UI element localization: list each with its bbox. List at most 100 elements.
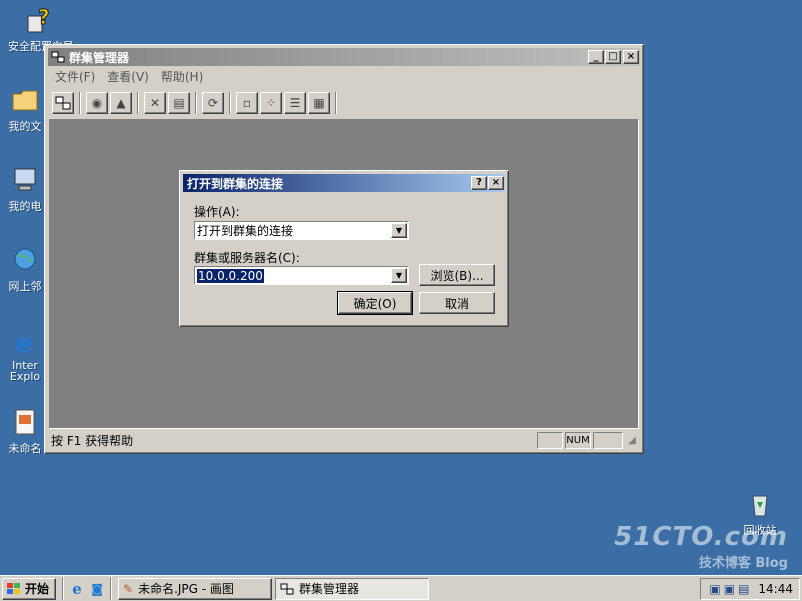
small-icons-icon: ⁘ <box>265 96 277 110</box>
action-label: 操作(A): <box>194 205 240 219</box>
desktop-icon-my-computer[interactable]: 我的电 <box>0 164 50 214</box>
list-view-button[interactable]: ☰ <box>284 92 306 114</box>
system-tray: ▣ ▣ ▤ 14:44 <box>700 578 800 600</box>
maximize-button[interactable]: □ <box>605 50 621 64</box>
svg-text:e: e <box>16 329 33 358</box>
desktop-icon-my-documents[interactable]: 我的文 <box>0 84 50 134</box>
quicklaunch-ie-button[interactable]: e <box>67 578 87 600</box>
desktop-icon-label: 网上邻 <box>8 280 42 293</box>
toolbar: ◉ ▲ ✕ ▤ ⟳ ▫ ⁘ ☰ ▦ <box>49 89 340 117</box>
browse-button[interactable]: 浏览(B)... <box>419 264 495 286</box>
ok-button[interactable]: 确定(O) <box>337 291 413 315</box>
desktop-icon-label: Explo <box>9 370 41 383</box>
task-cluster-manager[interactable]: 群集管理器 <box>275 577 430 600</box>
start-label: 开始 <box>25 582 50 596</box>
network-globe-icon <box>14 248 36 270</box>
toolbar-separator <box>335 92 337 114</box>
desktop-icon-label: 我的文 <box>8 120 42 133</box>
properties-button[interactable]: ▤ <box>168 92 190 114</box>
dialog-help-button[interactable]: ? <box>471 176 487 190</box>
details-view-button[interactable]: ▦ <box>308 92 330 114</box>
chevron-down-icon[interactable]: ▼ <box>391 223 407 238</box>
show-desktop-icon: ◙ <box>91 581 103 596</box>
start-button[interactable]: 开始 <box>2 577 57 600</box>
refresh-button[interactable]: ⟳ <box>202 92 224 114</box>
action-value: 打开到群集的连接 <box>197 224 294 238</box>
open-connection-button[interactable] <box>52 92 74 114</box>
bring-online-button[interactable]: ◉ <box>86 92 108 114</box>
delete-icon: ✕ <box>149 96 161 110</box>
internet-explorer-icon: e <box>16 329 33 358</box>
monitor-tray-icon[interactable]: ▤ <box>738 582 749 596</box>
clock[interactable]: 14:44 <box>758 582 793 596</box>
status-panel-empty <box>593 432 623 449</box>
dialog-titlebar[interactable]: 打开到群集的连接 ? × <box>183 174 505 192</box>
status-bar: 按 F1 获得帮助 NUM ◢ <box>49 431 639 450</box>
taskbar-separator <box>110 577 113 600</box>
toolbar-separator <box>79 92 81 114</box>
properties-icon: ▤ <box>173 96 185 110</box>
cluster-app-icon <box>51 51 65 63</box>
cluster-name-value[interactable]: 10.0.0.200 <box>197 268 264 283</box>
computer-icon <box>14 168 36 191</box>
window-title: 群集管理器 <box>69 50 130 65</box>
list-icon: ☰ <box>289 96 301 110</box>
menu-bar: 文件(F) 查看(V) 帮助(H) <box>49 67 209 86</box>
internet-explorer-icon: e <box>72 579 82 598</box>
offline-icon: ▲ <box>116 96 126 110</box>
cluster-name-combobox[interactable]: 10.0.0.200 ▼ <box>194 266 409 285</box>
delete-button[interactable]: ✕ <box>144 92 166 114</box>
svg-text:?: ? <box>38 5 50 29</box>
close-button[interactable]: × <box>623 50 639 64</box>
image-file-icon <box>15 409 35 435</box>
security-wizard-icon: ? <box>27 5 50 33</box>
paint-icon: ✎ <box>123 581 134 596</box>
status-help-text: 按 F1 获得帮助 <box>51 434 134 448</box>
task-label: 群集管理器 <box>299 582 360 596</box>
large-icons-icon: ▫ <box>242 96 252 110</box>
details-icon: ▦ <box>313 96 325 110</box>
task-label: 未命名.JPG - 画图 <box>138 582 234 596</box>
network-tray-icon[interactable]: ▣ <box>709 582 720 596</box>
windows-logo-icon <box>7 582 20 594</box>
large-icons-button[interactable]: ▫ <box>236 92 258 114</box>
folder-icon <box>12 90 38 111</box>
action-combobox[interactable]: 打开到群集的连接 ▼ <box>194 221 409 240</box>
resize-grip-icon[interactable]: ◢ <box>625 432 639 449</box>
cluster-name-label: 群集或服务器名(C): <box>194 251 300 265</box>
online-icon: ◉ <box>91 96 103 110</box>
task-paint[interactable]: ✎ 未命名.JPG - 画图 <box>118 577 273 600</box>
status-num-indicator: NUM <box>565 432 591 449</box>
desktop-icon-unnamed[interactable]: 未命名 <box>0 406 50 456</box>
window-titlebar[interactable]: 群集管理器 _ □ × <box>48 48 640 66</box>
take-offline-button[interactable]: ▲ <box>110 92 132 114</box>
network-tray-icon[interactable]: ▣ <box>724 582 735 596</box>
refresh-icon: ⟳ <box>207 96 219 110</box>
desktop-icon-label: 我的电 <box>8 200 42 213</box>
watermark-line2: 技术博客 Blog <box>698 556 788 571</box>
site-watermark: 51CTO.com 技术博客 Blog <box>614 522 788 571</box>
menu-file[interactable]: 文件(F) <box>49 68 101 85</box>
open-connection-dialog: 打开到群集的连接 ? × 操作(A): 打开到群集的连接 ▼ 群集或服务器名(C… <box>179 170 509 327</box>
cluster-app-icon <box>280 583 294 594</box>
watermark-line1: 51CTO.com <box>614 522 788 552</box>
taskbar: 开始 e ◙ ✎ 未命名.JPG - 画图 群集管理器 ▣ ▣ ▤ 14:44 <box>0 575 802 601</box>
cluster-connect-icon <box>55 96 71 110</box>
recycle-bin-icon <box>752 495 768 517</box>
desktop-icon-internet-explorer[interactable]: e Inter Explo <box>0 326 50 382</box>
toolbar-separator <box>229 92 231 114</box>
toolbar-separator <box>195 92 197 114</box>
desktop-icon-label: 未命名 <box>8 442 42 455</box>
toolbar-separator <box>137 92 139 114</box>
menu-help[interactable]: 帮助(H) <box>155 68 209 85</box>
minimize-button[interactable]: _ <box>588 50 604 64</box>
menu-view[interactable]: 查看(V) <box>101 68 155 85</box>
dialog-close-button[interactable]: × <box>488 176 504 190</box>
desktop-icon-network[interactable]: 网上邻 <box>0 244 50 294</box>
cancel-button[interactable]: 取消 <box>419 292 495 314</box>
chevron-down-icon[interactable]: ▼ <box>391 268 407 283</box>
status-panel-empty <box>537 432 563 449</box>
quicklaunch-desktop-button[interactable]: ◙ <box>87 578 107 600</box>
small-icons-button[interactable]: ⁘ <box>260 92 282 114</box>
taskbar-separator <box>62 577 65 600</box>
